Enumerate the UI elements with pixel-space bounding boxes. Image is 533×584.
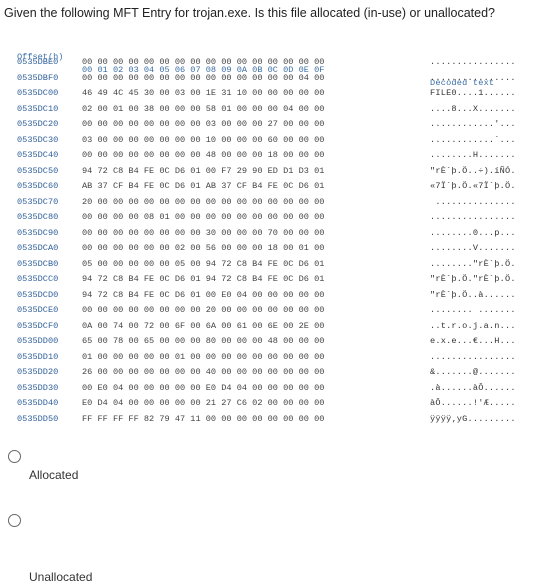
row-bytes: 00 00 00 00 00 00 00 00 48 00 00 00 18 0…: [82, 150, 325, 160]
row-decoded-text: ÿÿÿÿ‚yG.........: [430, 413, 516, 424]
row-offset: 0535DD30: [17, 382, 59, 393]
row-bytes: 03 00 00 00 00 00 00 00 10 00 00 00 60 0…: [82, 134, 325, 145]
row-decoded-text: "rÈ´þ.Ö..à......: [430, 289, 516, 300]
row-decoded-text: "rÈ´þ.Ö."rÈ´þ.Ö.: [430, 274, 516, 284]
question-text: Given the following MFT Entry for trojan…: [4, 6, 495, 20]
row-bytes: 05 00 00 00 00 00 05 00 94 72 C8 B4 FE 0…: [82, 258, 325, 269]
row-offset: 0535DC20: [17, 119, 59, 129]
row-offset: 0535DBE0: [17, 57, 59, 67]
row-bytes: 0A 00 74 00 72 00 6F 00 6A 00 61 00 6E 0…: [82, 320, 325, 331]
row-offset: 0535DCE0: [17, 305, 59, 315]
row-bytes: 00 E0 04 00 00 00 00 00 E0 D4 04 00 00 0…: [82, 382, 325, 393]
row-bytes: 00 00 00 00 00 00 00 00 00 00 00 00 00 0…: [82, 57, 325, 67]
row-bytes: 00 00 00 00 00 00 00 00 30 00 00 00 70 0…: [82, 227, 325, 238]
option-allocated[interactable]: Allocated: [0, 450, 533, 490]
option-unallocated[interactable]: Unallocated: [0, 498, 533, 584]
row-offset: 0535DCA0: [17, 243, 59, 253]
row-decoded-text: ........"rÈ´þ.Ö.: [430, 258, 516, 269]
row-bytes: E0 D4 04 00 00 00 00 00 21 27 C6 02 00 0…: [82, 398, 325, 408]
unallocated-label[interactable]: Unallocated: [29, 570, 92, 584]
row-bytes: 46 49 4C 45 30 00 03 00 1E 31 10 00 00 0…: [82, 88, 325, 98]
row-decoded-text: ........H.......: [430, 150, 516, 160]
row-offset: 0535DC90: [17, 227, 59, 238]
row-bytes: 02 00 01 00 38 00 00 00 58 01 00 00 00 0…: [82, 103, 325, 114]
row-decoded-text: àÔ......!'Æ.....: [430, 398, 516, 408]
row-decoded-text: &.......@.......: [430, 367, 516, 377]
row-decoded-text: ................: [430, 57, 516, 67]
row-decoded-text: ........V.......: [430, 243, 516, 253]
row-bytes: 00 00 00 00 00 00 00 00 20 00 00 00 00 0…: [82, 305, 325, 315]
row-offset: 0535DC70: [17, 196, 59, 207]
row-bytes: 00 00 00 00 00 00 00 00 00 00 00 00 00 0…: [82, 72, 325, 83]
row-offset: 0535DCD0: [17, 289, 59, 300]
row-bytes: 00 00 00 00 00 00 00 00 03 00 00 00 27 0…: [82, 119, 325, 129]
row-offset: 0535DCB0: [17, 258, 59, 269]
row-bytes: 26 00 00 00 00 00 00 00 40 00 00 00 00 0…: [82, 367, 325, 377]
row-decoded-text: ..t.r.o.j.a.n...: [430, 320, 516, 331]
row-offset: 0535DCC0: [17, 274, 59, 284]
row-offset: 0535DC80: [17, 212, 59, 222]
row-decoded-text: e.x.e...€...H...: [430, 336, 516, 346]
row-bytes: 94 72 C8 B4 FE 0C D6 01 94 72 C8 B4 FE 0…: [82, 274, 325, 284]
allocated-radio[interactable]: [8, 450, 21, 463]
row-offset: 0535DBF0: [17, 72, 59, 83]
allocated-label[interactable]: Allocated: [29, 468, 78, 482]
row-decoded-text: ............'...: [430, 119, 516, 129]
row-decoded-text: ....8...X.......: [430, 103, 516, 114]
row-bytes: 94 72 C8 B4 FE 0C D6 01 00 F7 29 90 ED D…: [82, 165, 325, 176]
row-offset: 0535DD20: [17, 367, 59, 377]
row-offset: 0535DD50: [17, 413, 59, 424]
row-offset: 0535DC60: [17, 181, 59, 191]
row-decoded-text: ............`...: [430, 134, 516, 145]
row-bytes: 01 00 00 00 00 00 01 00 00 00 00 00 00 0…: [82, 351, 325, 362]
row-bytes: 94 72 C8 B4 FE 0C D6 01 00 E0 04 00 00 0…: [82, 289, 325, 300]
row-bytes: 20 00 00 00 00 00 00 00 00 00 00 00 00 0…: [82, 196, 325, 207]
row-offset: 0535DD10: [17, 351, 59, 362]
row-offset: 0535DC40: [17, 150, 59, 160]
row-offset: 0535DD00: [17, 336, 59, 346]
row-bytes: AB 37 CF B4 FE 0C D6 01 AB 37 CF B4 FE 0…: [82, 181, 325, 191]
row-offset: 0535DC10: [17, 103, 59, 114]
row-offset: 0535DC00: [17, 88, 59, 98]
row-decoded-text: ................: [430, 72, 516, 83]
row-decoded-text: ................: [430, 212, 516, 222]
row-decoded-text: ........0...p...: [430, 227, 516, 238]
row-decoded-text: ................: [430, 351, 516, 362]
unallocated-radio[interactable]: [8, 514, 21, 527]
row-bytes: 00 00 00 00 00 00 02 00 56 00 00 00 18 0…: [82, 243, 325, 253]
row-decoded-text: ........ .......: [430, 305, 516, 315]
row-offset: 0535DCF0: [17, 320, 59, 331]
row-decoded-text: .à......àÔ......: [430, 382, 516, 393]
row-offset: 0535DC30: [17, 134, 59, 145]
hex-header-row: Offset(h) 00 01 02 03 04 05 06 07 08 09 …: [17, 38, 494, 88]
row-offset: 0535DC50: [17, 165, 59, 176]
row-bytes: 65 00 78 00 65 00 00 00 80 00 00 00 48 0…: [82, 336, 325, 346]
row-decoded-text: «7Ï´þ.Ö.«7Ï´þ.Ö.: [430, 181, 516, 191]
row-bytes: 00 00 00 00 08 01 00 00 00 00 00 00 00 0…: [82, 212, 325, 222]
row-decoded-text: "rÈ´þ.Ö..÷).íÑÓ.: [430, 165, 516, 176]
hex-viewer: Offset(h) 00 01 02 03 04 05 06 07 08 09 …: [17, 38, 525, 450]
row-bytes: FF FF FF FF 82 79 47 11 00 00 00 00 00 0…: [82, 413, 325, 424]
row-offset: 0535DD40: [17, 398, 59, 408]
row-decoded-text: ...............: [430, 196, 516, 207]
row-decoded-text: FILE0....1......: [430, 88, 516, 98]
